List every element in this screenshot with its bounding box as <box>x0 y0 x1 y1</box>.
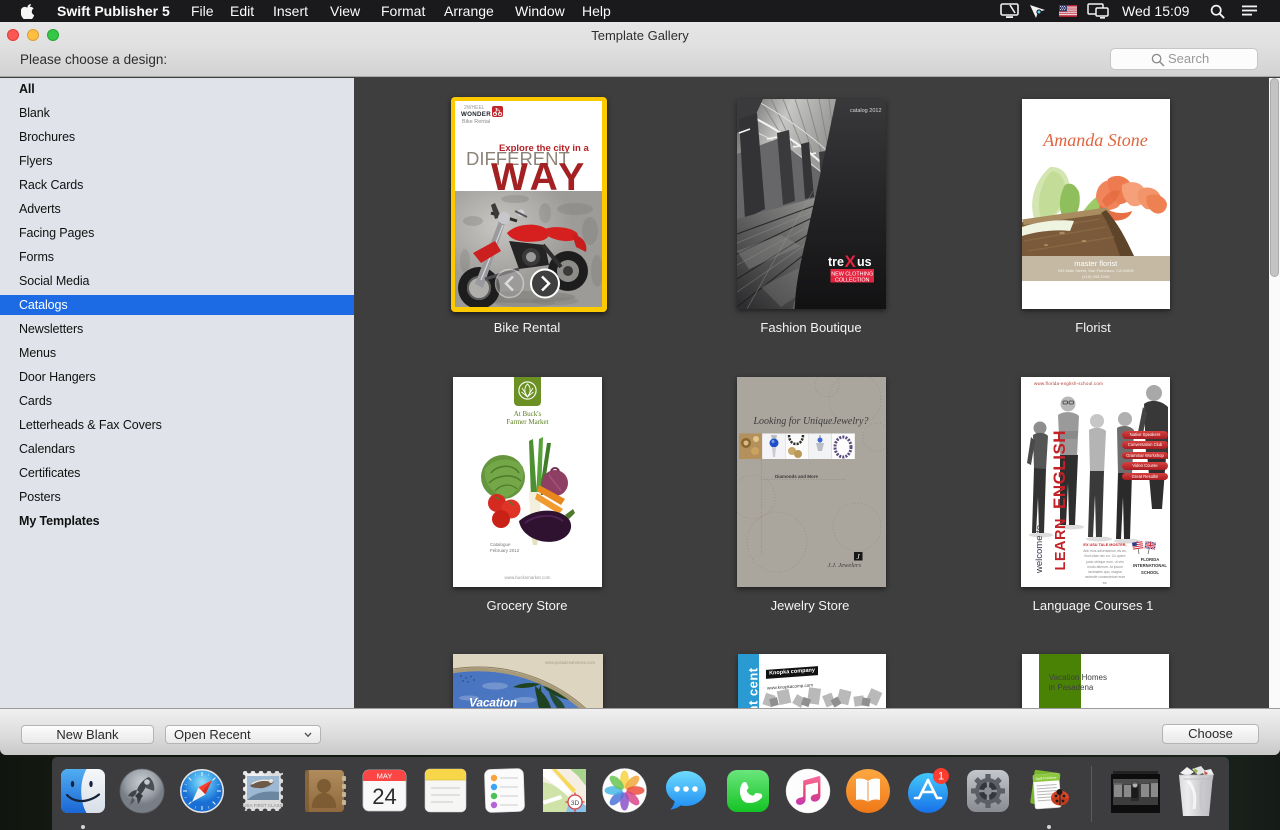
svg-text:J.J. Jewelers: J.J. Jewelers <box>828 562 862 569</box>
svg-text:welcome to: welcome to <box>1034 525 1045 574</box>
svg-text:USA FIRST CLASS: USA FIRST CLASS <box>243 803 282 808</box>
svg-text:MAY: MAY <box>377 772 393 781</box>
svg-text:1: 1 <box>938 771 944 783</box>
svg-text:www.pasadenahomes.com: www.pasadenahomes.com <box>545 660 596 665</box>
svg-text:24: 24 <box>372 784 396 809</box>
svg-text:COLLECTION: COLLECTION <box>835 277 870 283</box>
svg-text:X: X <box>845 252 857 271</box>
svg-text:Looking for UniqueJewelry?: Looking for UniqueJewelry? <box>753 416 869 427</box>
svg-text:ENGLISH: ENGLISH <box>1050 430 1069 509</box>
svg-text:catalog 2012: catalog 2012 <box>850 108 882 114</box>
svg-text:tre: tre <box>828 255 844 269</box>
svg-text:Vacation: Vacation <box>469 696 517 709</box>
svg-text:LEARN: LEARN <box>1053 518 1069 570</box>
svg-text:Diamonds and More: Diamonds and More <box>775 474 819 479</box>
svg-text:us: us <box>857 255 872 269</box>
svg-text:3D: 3D <box>571 800 580 807</box>
